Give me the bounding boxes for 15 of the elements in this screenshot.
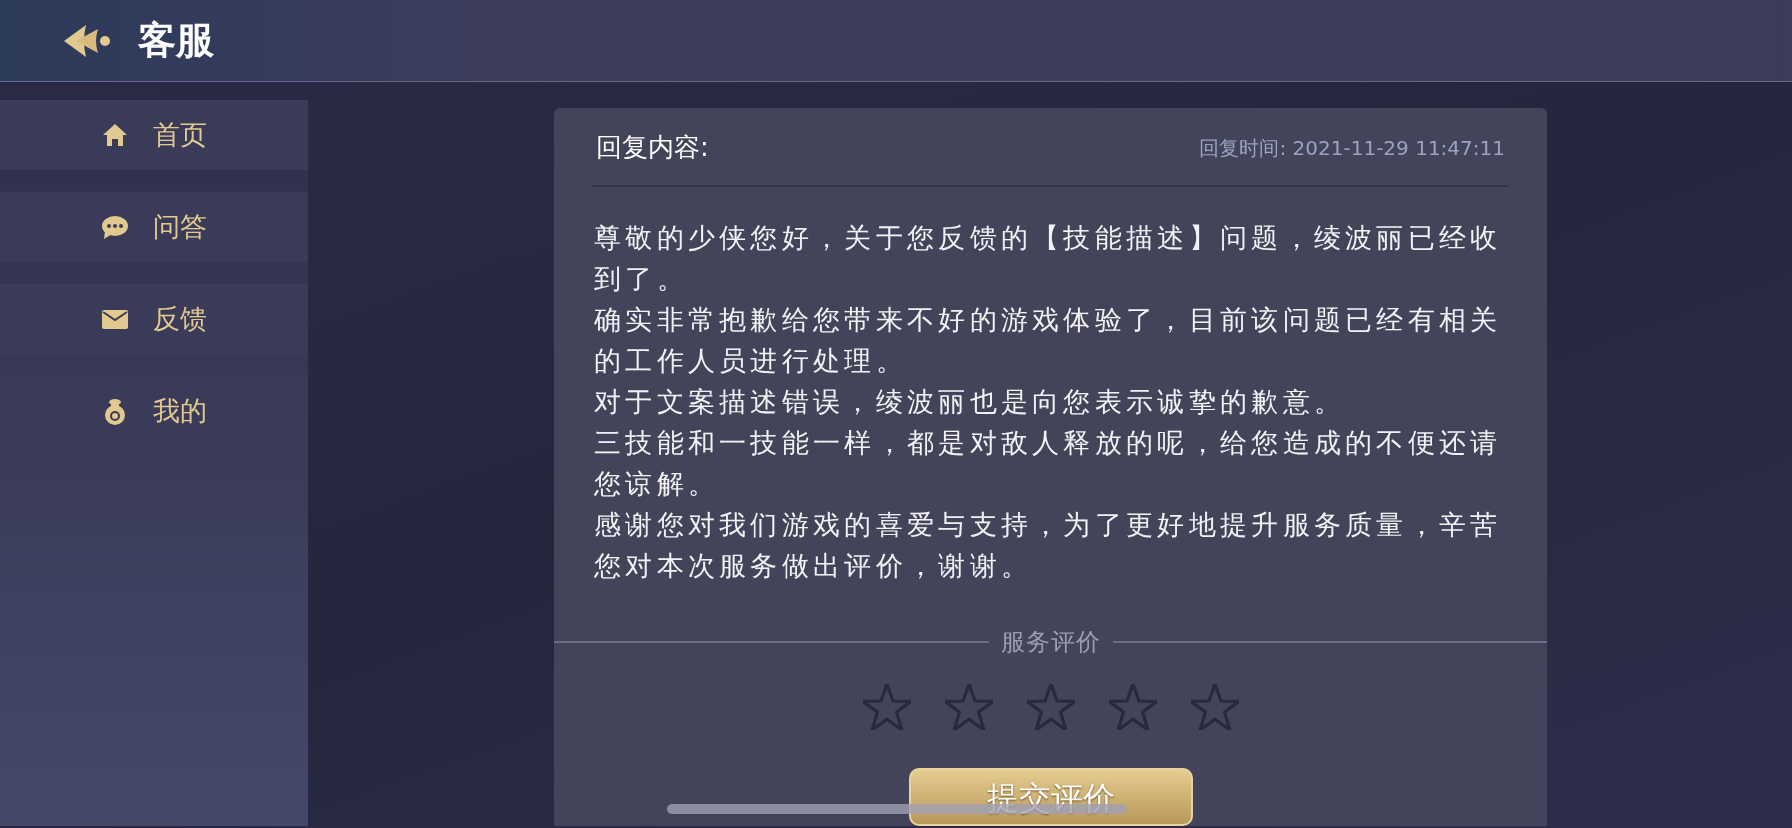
rating-label: 服务评价 <box>1000 627 1101 658</box>
page-title: 客服 <box>138 17 214 64</box>
reply-message: 尊敬的少侠您好，关于您反馈的【技能描述】问题，绫波丽已经收到了。 确实非常抱歉给您带来不好的游戏体验了，目前该问题已经有相关的工作人员进行处理。 对于文案描述错误，绫波丽也是向您表示诚挚的歉意。 三技能和一技能一样，都是对敌人释放的呢，给您造成的不便还请您谅解。 感谢您对我们游戏的喜爱与支持，为了更好地提升服务质量，辛苦您对本次服务做出评价，谢谢。 <box>593 221 1503 583</box>
sidebar-item[interactable]: 首页 <box>0 100 308 170</box>
sidebar-item[interactable]: 问答 <box>0 192 308 262</box>
star-icon[interactable] <box>1026 684 1075 730</box>
star-icon[interactable] <box>944 684 993 730</box>
star-icon[interactable] <box>1108 684 1157 730</box>
home-icon <box>101 121 129 149</box>
sidebar-item[interactable]: 反馈 <box>0 284 308 354</box>
star-icon[interactable] <box>1190 684 1239 730</box>
chat-bubble-icon <box>101 213 129 241</box>
reply-time: 回复时间: 2021-11-29 11:47:11 <box>1199 134 1505 162</box>
reply-heading: 回复内容: <box>596 131 709 164</box>
star-icon[interactable] <box>862 684 911 730</box>
